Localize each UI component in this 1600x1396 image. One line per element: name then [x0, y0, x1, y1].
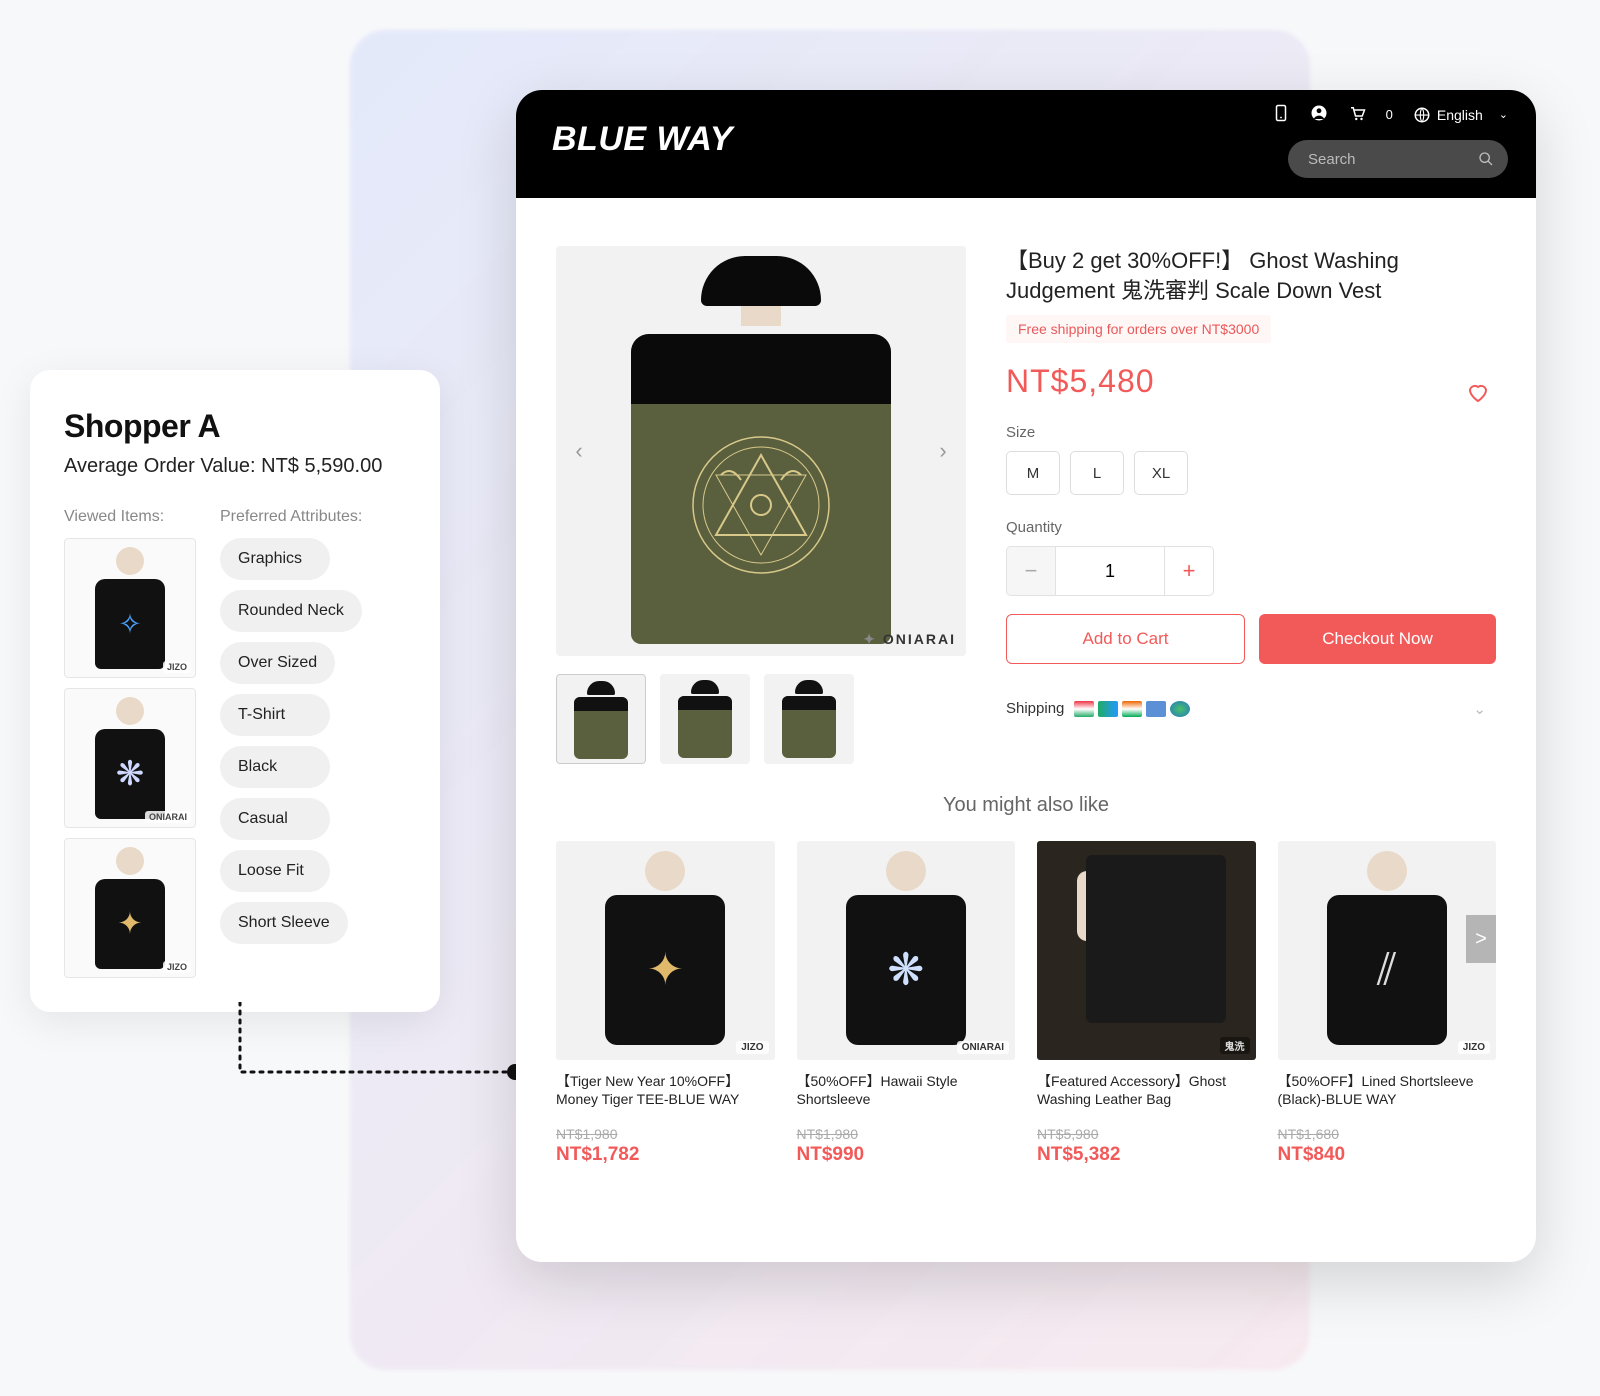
- gallery-next[interactable]: ›: [928, 431, 958, 471]
- viewed-items-heading: Viewed Items:: [64, 508, 196, 526]
- cart-count: 0: [1386, 107, 1393, 122]
- shopper-name: Shopper A: [64, 408, 406, 445]
- brand-tag: JIZO: [163, 961, 191, 973]
- product-title: 【Buy 2 get 30%OFF!】 Ghost Washing Judgem…: [1006, 246, 1496, 305]
- attribute-pill: Black: [220, 746, 330, 788]
- store-window: BLUE WAY 0 English ⌄: [516, 90, 1536, 1262]
- rec-old-price: NT$1,980: [797, 1126, 1016, 1142]
- rec-product-name: 【50%OFF】Hawaii Style Shortsleeve: [797, 1072, 1016, 1110]
- language-selector[interactable]: English ⌄: [1413, 106, 1508, 124]
- size-label: Size: [1006, 424, 1496, 441]
- main-product-image[interactable]: ‹ › ONIARAI: [556, 246, 966, 656]
- rec-old-price: NT$5,980: [1037, 1126, 1256, 1142]
- rec-old-price: NT$1,680: [1278, 1126, 1497, 1142]
- rec-product-name: 【50%OFF】Lined Shortsleeve (Black)-BLUE W…: [1278, 1072, 1497, 1110]
- size-option[interactable]: M: [1006, 451, 1060, 495]
- rec-price: NT$990: [797, 1144, 1016, 1166]
- viewed-items-list: ✧ JIZO ❋ ONIARAI ✦ JIZO: [64, 538, 196, 978]
- rec-price: NT$840: [1278, 1144, 1497, 1166]
- rec-product-name: 【Featured Accessory】Ghost Washing Leathe…: [1037, 1072, 1256, 1110]
- attribute-pill: Short Sleeve: [220, 902, 348, 944]
- gallery-thumb[interactable]: [660, 674, 750, 764]
- rec-old-price: NT$1,980: [556, 1126, 775, 1142]
- qty-input[interactable]: [1056, 546, 1164, 596]
- rec-brand-tag: ONIARAI: [957, 1041, 1009, 1054]
- shopper-aov: Average Order Value: NT$ 5,590.00: [64, 455, 406, 478]
- brand-tag: ONIARAI: [145, 811, 191, 823]
- search-wrap: [1288, 140, 1508, 178]
- globe-ship-icon: [1170, 701, 1190, 717]
- top-bar: BLUE WAY 0 English ⌄: [516, 90, 1536, 198]
- shipping-icon: [1074, 701, 1094, 717]
- quantity-stepper: − +: [1006, 546, 1496, 596]
- search-input[interactable]: [1288, 140, 1508, 178]
- image-watermark: ONIARAI: [863, 631, 956, 648]
- recommendation-card[interactable]: ⫽JIZO 【50%OFF】Lined Shortsleeve (Black)-…: [1278, 841, 1497, 1166]
- attribute-pills: Graphics Rounded Neck Over Sized T-Shirt…: [220, 538, 406, 944]
- viewed-item-thumb[interactable]: ❋ ONIARAI: [64, 688, 196, 828]
- gallery-prev[interactable]: ‹: [564, 431, 594, 471]
- product-price: NT$5,480: [1006, 363, 1496, 400]
- checkout-button[interactable]: Checkout Now: [1259, 614, 1496, 664]
- heart-icon: [1466, 380, 1490, 404]
- cart-icon[interactable]: [1348, 104, 1366, 125]
- wishlist-button[interactable]: [1466, 380, 1490, 409]
- rec-price: NT$5,382: [1037, 1144, 1256, 1166]
- qty-decrease[interactable]: −: [1006, 546, 1056, 596]
- recommendation-card[interactable]: 鬼洗 【Featured Accessory】Ghost Washing Lea…: [1037, 841, 1256, 1166]
- recommendations-section: You might also like < ✦JIZO 【Tiger New Y…: [516, 764, 1536, 1206]
- shipping-icon: [1098, 701, 1118, 717]
- mobile-icon[interactable]: [1272, 104, 1290, 125]
- product-emblem: [681, 425, 841, 585]
- store-logo[interactable]: BLUE WAY: [552, 120, 733, 159]
- rec-product-name: 【Tiger New Year 10%OFF】Money Tiger TEE-B…: [556, 1072, 775, 1110]
- recs-next[interactable]: >: [1466, 915, 1496, 963]
- attribute-pill: Over Sized: [220, 642, 335, 684]
- size-option[interactable]: L: [1070, 451, 1124, 495]
- add-to-cart-button[interactable]: Add to Cart: [1006, 614, 1245, 664]
- recommendation-card[interactable]: ❋ONIARAI 【50%OFF】Hawaii Style Shortsleev…: [797, 841, 1016, 1166]
- shipping-label: Shipping: [1006, 700, 1064, 717]
- shopper-profile-card: Shopper A Average Order Value: NT$ 5,590…: [30, 370, 440, 1012]
- rec-brand-tag: JIZO: [1458, 1041, 1490, 1054]
- rec-brand-tag: 鬼洗: [1220, 1037, 1250, 1054]
- recommendation-card[interactable]: ✦JIZO 【Tiger New Year 10%OFF】Money Tiger…: [556, 841, 775, 1166]
- shipping-row[interactable]: Shipping ⌄: [1006, 700, 1496, 717]
- rec-price: NT$1,782: [556, 1144, 775, 1166]
- viewed-item-thumb[interactable]: ✦ JIZO: [64, 838, 196, 978]
- brand-tag: JIZO: [163, 661, 191, 673]
- recommendations-heading: You might also like: [556, 794, 1496, 817]
- account-icon[interactable]: [1310, 104, 1328, 125]
- product-gallery: ‹ › ONIARAI: [556, 246, 966, 764]
- size-options: M L XL: [1006, 451, 1496, 495]
- recommendations-row: < ✦JIZO 【Tiger New Year 10%OFF】Money Tig…: [556, 841, 1496, 1166]
- product-details: 【Buy 2 get 30%OFF!】 Ghost Washing Judgem…: [1006, 246, 1496, 764]
- attribute-pill: Casual: [220, 798, 330, 840]
- viewed-item-thumb[interactable]: ✧ JIZO: [64, 538, 196, 678]
- globe-icon: [1413, 106, 1431, 124]
- attribute-pill: T-Shirt: [220, 694, 330, 736]
- rec-brand-tag: JIZO: [736, 1041, 768, 1054]
- chevron-down-icon: ⌄: [1499, 108, 1508, 121]
- size-option[interactable]: XL: [1134, 451, 1188, 495]
- shipping-method-icons: [1074, 701, 1190, 717]
- free-shipping-badge: Free shipping for orders over NT$3000: [1006, 315, 1271, 343]
- shipping-icon: [1122, 701, 1142, 717]
- attribute-pill: Loose Fit: [220, 850, 330, 892]
- quantity-label: Quantity: [1006, 519, 1496, 536]
- attribute-pill: Rounded Neck: [220, 590, 362, 632]
- gallery-thumb[interactable]: [556, 674, 646, 764]
- language-label: English: [1437, 107, 1483, 123]
- truck-icon: [1146, 701, 1166, 717]
- chevron-down-icon: ⌄: [1473, 700, 1486, 718]
- preferred-attributes-heading: Preferred Attributes:: [220, 508, 406, 526]
- attribute-pill: Graphics: [220, 538, 330, 580]
- qty-increase[interactable]: +: [1164, 546, 1214, 596]
- gallery-thumb[interactable]: [764, 674, 854, 764]
- gallery-thumbnails: [556, 674, 966, 764]
